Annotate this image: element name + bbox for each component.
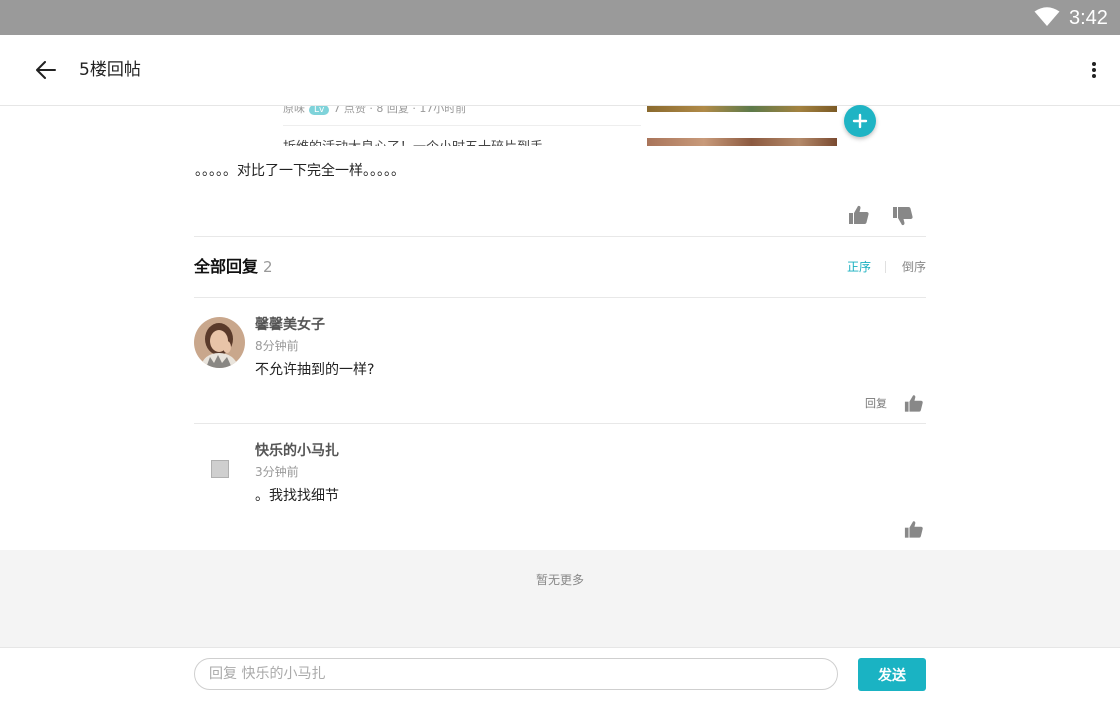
post-embedded-image[interactable]: 原味 Lv7 点赞 · 8 回复 · 17小时前 拆维的活动太良心了！一个小时五十…	[195, 106, 895, 146]
thumbs-up-icon	[904, 521, 923, 538]
page-title: 5楼回帖	[79, 60, 141, 80]
embedded-divider	[283, 125, 641, 126]
status-bar: 3:42	[0, 0, 1120, 35]
list-footer: 暂无更多	[0, 550, 1120, 647]
back-button[interactable]	[30, 55, 62, 85]
reply-bar: 发送	[0, 647, 1120, 701]
sort-ascending-tab[interactable]: 正序	[847, 258, 871, 276]
app-bar: 5楼回帖	[0, 35, 1120, 106]
replies-count: 2	[263, 258, 273, 276]
sort-separator	[885, 261, 886, 273]
status-time: 3:42	[1069, 7, 1108, 29]
reply-text: 不允许抽到的一样?	[255, 362, 375, 378]
thumbs-down-icon	[893, 207, 913, 226]
level-badge: Lv	[309, 106, 330, 115]
avatar-image	[194, 317, 245, 368]
embedded-meta-row: 原味 Lv 7 点赞 · 8 回复 · 17小时前	[283, 106, 466, 116]
reply-button[interactable]: 回复	[865, 396, 887, 412]
reply-input[interactable]	[194, 658, 838, 690]
sort-descending-tab[interactable]: 倒序	[902, 258, 926, 276]
reply-text: 。我找找细节	[255, 488, 339, 504]
reply-time: 3分钟前	[255, 465, 299, 479]
post-dislike-button[interactable]	[892, 206, 916, 228]
post-like-button[interactable]	[848, 205, 872, 227]
embedded-thumbnail	[647, 138, 837, 146]
post-text: 。。。。。对比了一下完全一样。。。。。	[195, 163, 405, 179]
add-button[interactable]	[844, 105, 876, 137]
embedded-meta: 7 点赞 · 8 回复 · 17小时前	[333, 106, 467, 115]
reply-like-button[interactable]	[904, 394, 926, 414]
wifi-icon	[1034, 7, 1060, 26]
arrow-left-icon	[36, 61, 56, 79]
embedded-username: 原味	[283, 106, 305, 115]
reply-username[interactable]: 馨馨美女子	[255, 315, 325, 335]
embedded-thumbnail	[647, 106, 837, 112]
divider	[194, 297, 926, 298]
divider	[194, 236, 926, 237]
reply-time: 8分钟前	[255, 339, 299, 353]
avatar[interactable]	[211, 460, 229, 478]
replies-title: 全部回复	[194, 257, 259, 276]
plus-icon	[852, 113, 868, 129]
thumbs-up-icon	[904, 395, 923, 412]
more-vertical-icon	[1092, 62, 1096, 78]
no-more-text: 暂无更多	[535, 573, 584, 587]
send-button[interactable]: 发送	[858, 658, 926, 691]
embedded-title: 拆维的活动太良心了！一个小时五十碎片到手	[283, 136, 543, 146]
thumbs-up-icon	[849, 205, 869, 224]
divider	[194, 423, 926, 424]
avatar[interactable]	[194, 317, 245, 368]
more-options-button[interactable]	[1080, 55, 1108, 85]
reply-like-button[interactable]	[904, 520, 926, 540]
reply-username[interactable]: 快乐的小马扎	[255, 441, 339, 461]
